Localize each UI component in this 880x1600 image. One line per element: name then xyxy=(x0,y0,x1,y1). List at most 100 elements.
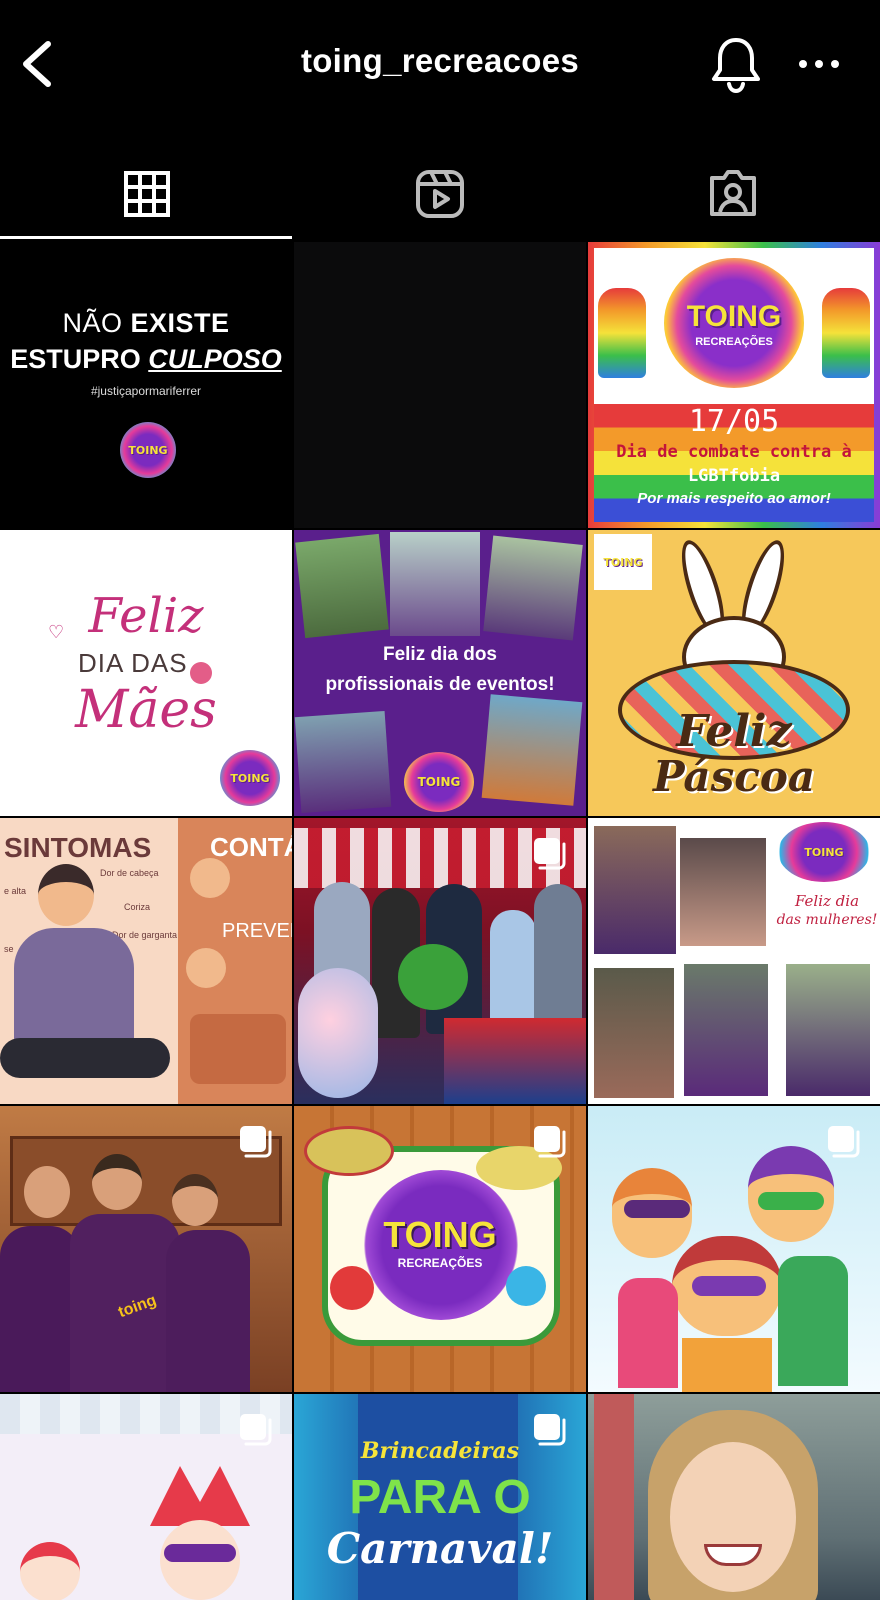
post-tile[interactable]: Feliz DIA DAS Mães ♡ TOING xyxy=(0,530,292,816)
illustration-face xyxy=(186,948,226,988)
post-text: CULPOSO xyxy=(148,344,282,374)
post-tile[interactable] xyxy=(0,1394,292,1600)
clown-face xyxy=(20,1542,80,1600)
post-text: profissionais de eventos! xyxy=(325,674,555,695)
notifications-button[interactable] xyxy=(708,34,764,94)
post-text: NÃO xyxy=(62,308,131,338)
rainbow-hand xyxy=(598,288,646,378)
photo-thumbnail xyxy=(483,535,583,641)
post-text: Feliz xyxy=(676,706,792,757)
multiple-photos-icon xyxy=(534,838,566,870)
logo-text: TOING xyxy=(383,1214,497,1255)
multiple-photos-icon xyxy=(240,1126,272,1158)
post-tile[interactable]: toing xyxy=(0,1106,292,1392)
carnival-mask xyxy=(758,1192,824,1210)
heart-icon: ♡ xyxy=(48,622,65,642)
post-tile[interactable]: TOING Feliz dia das mulheres! xyxy=(588,818,880,1104)
post-text: PARA O xyxy=(349,1471,531,1524)
person xyxy=(534,884,582,1034)
post-tile[interactable]: TOING RECREAÇÕES 17/05 Dia de combate co… xyxy=(588,242,880,528)
toing-logo: TOING xyxy=(594,534,652,590)
toing-logo: TOING xyxy=(220,750,280,806)
post-text: Coriza xyxy=(124,902,151,912)
post-text: Por mais respeito ao amor! xyxy=(637,490,831,507)
post-headline: ESTUPRO CULPOSO xyxy=(0,344,292,375)
photo-thumbnail xyxy=(684,964,768,1096)
tab-posts[interactable] xyxy=(0,148,293,240)
multiple-photos-icon xyxy=(534,1414,566,1446)
toing-logo: TOING xyxy=(778,822,870,882)
logo-text: TOING xyxy=(417,775,461,789)
multiple-photos-icon xyxy=(240,1414,272,1446)
post-tile[interactable] xyxy=(294,242,586,528)
post-tile[interactable]: TOING RECREAÇÕES xyxy=(294,1106,586,1392)
post-tile[interactable]: Brincadeiras PARA O Carnaval! xyxy=(294,1394,586,1600)
post-text: PREVEN xyxy=(222,920,292,942)
logo-text: TOING xyxy=(804,845,844,859)
carnival-mask xyxy=(692,1276,766,1296)
purple-shirt xyxy=(166,1230,250,1392)
post-tile[interactable] xyxy=(588,1394,880,1600)
woman-body xyxy=(14,928,134,1048)
post-tile[interactable] xyxy=(588,1106,880,1392)
child-body xyxy=(682,1338,772,1392)
slide-rail xyxy=(594,1394,634,1600)
photo-thumbnail xyxy=(594,826,676,954)
photo-thumbnail xyxy=(390,532,480,636)
photo-thumbnail xyxy=(680,838,766,946)
profile-tabs xyxy=(0,148,880,240)
person-head xyxy=(92,1154,142,1210)
party-table xyxy=(444,1018,586,1104)
child-face xyxy=(670,1442,796,1592)
post-text: SINTOMAS xyxy=(4,832,152,863)
post-text: CONTÁ xyxy=(210,832,292,862)
woman-legs xyxy=(0,1038,170,1078)
post-text: Dor de cabeça xyxy=(100,868,159,878)
post-tile[interactable]: Feliz dia dos profissionais de eventos! … xyxy=(294,530,586,816)
toing-logo: TOING xyxy=(404,752,474,812)
rainbow-hand xyxy=(822,288,870,378)
post-tile[interactable]: NÃO EXISTE ESTUPRO CULPOSO #justiçaporma… xyxy=(0,242,292,528)
post-hashtag: #justiçapormariferrer xyxy=(90,384,202,398)
carnival-mask xyxy=(624,1200,690,1218)
carnival-mask xyxy=(164,1544,236,1562)
post-tile[interactable] xyxy=(294,818,586,1104)
grid-icon xyxy=(123,171,170,217)
more-options-button[interactable] xyxy=(796,48,842,80)
topiary xyxy=(398,944,468,1010)
carnival-mask xyxy=(304,1126,394,1176)
tagged-person-icon xyxy=(709,170,756,216)
multiple-photos-icon xyxy=(534,1126,566,1158)
person-head xyxy=(172,1174,218,1226)
purple-shirt xyxy=(0,1226,80,1392)
rainbow-banner: 17/05 Dia de combate contra à LGBTfobia … xyxy=(594,404,874,522)
post-text: se xyxy=(4,944,14,954)
post-text: 17/05 xyxy=(688,404,780,439)
tab-reels[interactable] xyxy=(293,148,586,240)
child-body xyxy=(618,1278,678,1388)
photo-thumbnail xyxy=(481,694,583,806)
top-bar: toing_recreacoes xyxy=(0,0,880,128)
post-text: Feliz dia dos xyxy=(382,644,498,665)
more-horizontal-icon xyxy=(799,60,839,68)
tab-tagged[interactable] xyxy=(586,148,879,240)
woman-head xyxy=(38,864,94,926)
world-map xyxy=(190,1014,286,1084)
logo-text: TOING xyxy=(603,555,643,569)
toing-logo: TOING xyxy=(120,422,176,478)
post-text: Dia de combate contra à xyxy=(616,442,852,462)
shirt-text: toing xyxy=(116,1291,159,1322)
post-text: DIA DAS xyxy=(78,648,188,678)
balloon xyxy=(330,1266,374,1310)
post-text: LGBTfobia xyxy=(687,466,781,486)
person xyxy=(490,910,536,1030)
balloon xyxy=(506,1266,546,1306)
post-tile[interactable]: SINTOMAS CONTÁ Dor de cabeça e alta Cori… xyxy=(0,818,292,1104)
logo-subtext: RECREAÇÕES xyxy=(397,1256,483,1270)
illustration-face xyxy=(190,858,230,898)
post-text: Feliz xyxy=(88,588,204,644)
post-tile[interactable]: TOING Feliz Páscoa xyxy=(588,530,880,816)
child-body xyxy=(778,1256,848,1386)
post-text: Feliz dia xyxy=(794,892,860,910)
logo-text: TOING xyxy=(230,771,270,785)
